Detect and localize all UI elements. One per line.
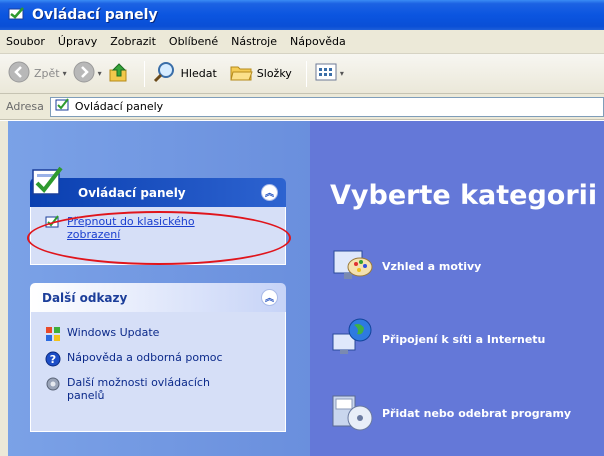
help-support-label[interactable]: Nápověda a odborná pomoc — [67, 351, 223, 364]
control-panel-large-icon — [30, 164, 66, 203]
collapse-chevron-icon[interactable]: ︽ — [261, 289, 278, 306]
window-title: Ovládací panely — [32, 7, 158, 23]
toolbar-separator — [143, 60, 145, 87]
windows-update-label[interactable]: Windows Update — [67, 326, 159, 339]
folders-icon — [229, 62, 253, 85]
menu-nastroje[interactable]: Nástroje — [231, 35, 277, 48]
search-button[interactable]: Hledat — [153, 61, 217, 86]
network-internet-label: Připojení k síti a Internetu — [382, 333, 546, 346]
network-globe-icon — [330, 316, 374, 363]
menu-soubor[interactable]: Soubor — [6, 35, 45, 48]
category-network-internet[interactable]: Připojení k síti a Internetu — [330, 316, 545, 363]
forward-dropdown-icon[interactable]: ▾ — [98, 69, 102, 78]
toolbar: Zpět ▾ ▾ Hledat Složky ▾ — [0, 54, 604, 94]
control-panel-section-body: Přepnout do klasického zobrazení — [30, 207, 286, 265]
other-links-title: Další odkazy — [42, 290, 128, 305]
control-panel-section-title: Ovládací panely — [78, 185, 186, 200]
menu-oblibene[interactable]: Oblíbené — [169, 35, 218, 48]
switch-classic-view-link[interactable]: Přepnout do klasického zobrazení — [45, 215, 275, 241]
control-panel-section: Ovládací panely ︽ Přepnout do klasického… — [30, 178, 286, 265]
title-bar[interactable]: Ovládací panely — [0, 0, 604, 30]
control-panel-icon — [55, 98, 71, 115]
other-links-section-header[interactable]: Další odkazy ︽ — [30, 283, 286, 312]
address-bar: Adresa Ovládací panely — [0, 94, 604, 120]
left-frame-border — [0, 121, 8, 456]
category-add-remove-programs[interactable]: Přidat nebo odebrat programy — [330, 390, 571, 437]
other-links-body: Windows Update ? Nápověda a odborná pomo… — [30, 312, 286, 432]
folder-up-icon — [108, 61, 130, 86]
forward-button[interactable]: ▾ — [73, 61, 102, 86]
svg-text:?: ? — [50, 353, 56, 366]
menu-upravy[interactable]: Úpravy — [58, 35, 97, 48]
page-title: Vyberte kategorii — [330, 180, 598, 211]
back-arrow-icon — [8, 61, 30, 86]
windows-update-link[interactable]: Windows Update — [45, 326, 275, 345]
switch-classic-view-label[interactable]: Přepnout do klasického zobrazení — [67, 215, 237, 241]
address-input[interactable]: Ovládací panely — [49, 96, 604, 117]
windows-update-icon — [45, 326, 61, 345]
more-options-label[interactable]: Další možnosti ovládacích panelů — [67, 376, 237, 402]
menu-bar: Soubor Úpravy Zobrazit Oblíbené Nástroje… — [0, 30, 604, 54]
folders-label: Složky — [256, 67, 292, 80]
help-icon: ? — [45, 351, 61, 370]
help-support-link[interactable]: ? Nápověda a odborná pomoc — [45, 351, 275, 370]
toolbar-separator — [305, 60, 307, 87]
add-remove-programs-label: Přidat nebo odebrat programy — [382, 407, 572, 420]
appearance-themes-label: Vzhled a motivy — [382, 260, 482, 273]
back-button[interactable]: Zpět ▾ — [8, 61, 67, 86]
back-label: Zpět — [34, 67, 60, 80]
control-panel-icon — [8, 6, 26, 25]
control-panel-section-header[interactable]: Ovládací panely ︽ — [30, 178, 286, 207]
menu-zobrazit[interactable]: Zobrazit — [110, 35, 156, 48]
gear-icon — [45, 376, 61, 395]
search-icon — [153, 61, 177, 86]
control-panel-small-icon — [45, 215, 61, 232]
add-remove-programs-icon — [330, 390, 374, 437]
back-dropdown-icon[interactable]: ▾ — [63, 69, 67, 78]
folders-button[interactable]: Složky — [229, 62, 292, 85]
address-value: Ovládací panely — [74, 100, 164, 113]
forward-arrow-icon — [73, 61, 95, 86]
views-button[interactable]: ▾ — [315, 63, 344, 84]
more-options-link[interactable]: Další možnosti ovládacích panelů — [45, 376, 275, 402]
up-button[interactable] — [108, 61, 130, 86]
address-label: Adresa — [6, 100, 44, 113]
collapse-chevron-icon[interactable]: ︽ — [261, 184, 278, 201]
views-dropdown-icon[interactable]: ▾ — [340, 69, 344, 78]
search-label: Hledat — [180, 67, 217, 80]
category-appearance-themes[interactable]: Vzhled a motivy — [330, 243, 481, 290]
appearance-themes-icon — [330, 243, 374, 290]
other-links-section: Další odkazy ︽ Windows Update ? Nápověda… — [30, 283, 286, 432]
menu-napoveda[interactable]: Nápověda — [290, 35, 346, 48]
views-icon — [315, 63, 337, 84]
